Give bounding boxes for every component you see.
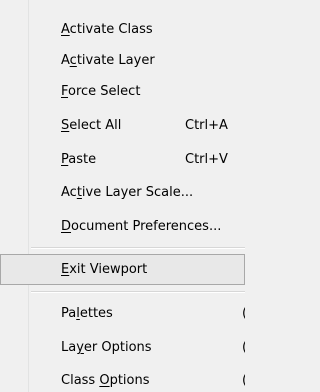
menu-item-label: Exit Viewport xyxy=(61,262,148,277)
menu-item-label: Select All xyxy=(61,118,122,133)
submenu-hint: ( xyxy=(242,365,245,392)
menu-item-exit-viewport[interactable]: Exit Viewport xyxy=(0,254,245,285)
menu-item-label: Paste xyxy=(61,152,97,167)
menu-item-label: Force Select xyxy=(61,84,141,99)
menu-separator xyxy=(31,291,245,293)
menu-item-label: Palettes xyxy=(61,306,113,321)
menu-item-shortcut: Ctrl+V xyxy=(185,152,228,167)
menu-item-layer-options[interactable]: Layer Options ( xyxy=(0,332,245,363)
menu-item-paste[interactable]: Paste Ctrl+V xyxy=(0,144,245,175)
submenu-hint: ( xyxy=(242,332,245,363)
menu-item-label: Activate Class xyxy=(61,22,153,37)
menu-item-shortcut: Ctrl+A xyxy=(185,118,228,133)
menu-item-label: Activate Layer xyxy=(61,53,155,68)
menu-item-activate-layer[interactable]: Activate Layer xyxy=(0,45,245,76)
menu-item-force-select[interactable]: Force Select xyxy=(0,76,245,107)
menu-item-label: Active Layer Scale... xyxy=(61,185,194,200)
menu-item-class-options[interactable]: Class Options ( xyxy=(0,365,245,392)
context-menu: Activate Class Activate Layer Force Sele… xyxy=(0,0,245,392)
menu-item-active-layer-scale[interactable]: Active Layer Scale... xyxy=(0,177,245,208)
menu-item-select-all[interactable]: Select All Ctrl+A xyxy=(0,110,245,141)
submenu-hint: ( xyxy=(242,298,245,329)
menu-item-label: Class Options xyxy=(61,373,150,388)
menu-item-label: Document Preferences... xyxy=(61,219,222,234)
menu-item-activate-class[interactable]: Activate Class xyxy=(0,14,245,45)
menu-item-label: Layer Options xyxy=(61,340,152,355)
menu-separator xyxy=(31,247,245,249)
menu-item-document-preferences[interactable]: Document Preferences... xyxy=(0,211,245,242)
menu-item-palettes[interactable]: Palettes ( xyxy=(0,298,245,329)
